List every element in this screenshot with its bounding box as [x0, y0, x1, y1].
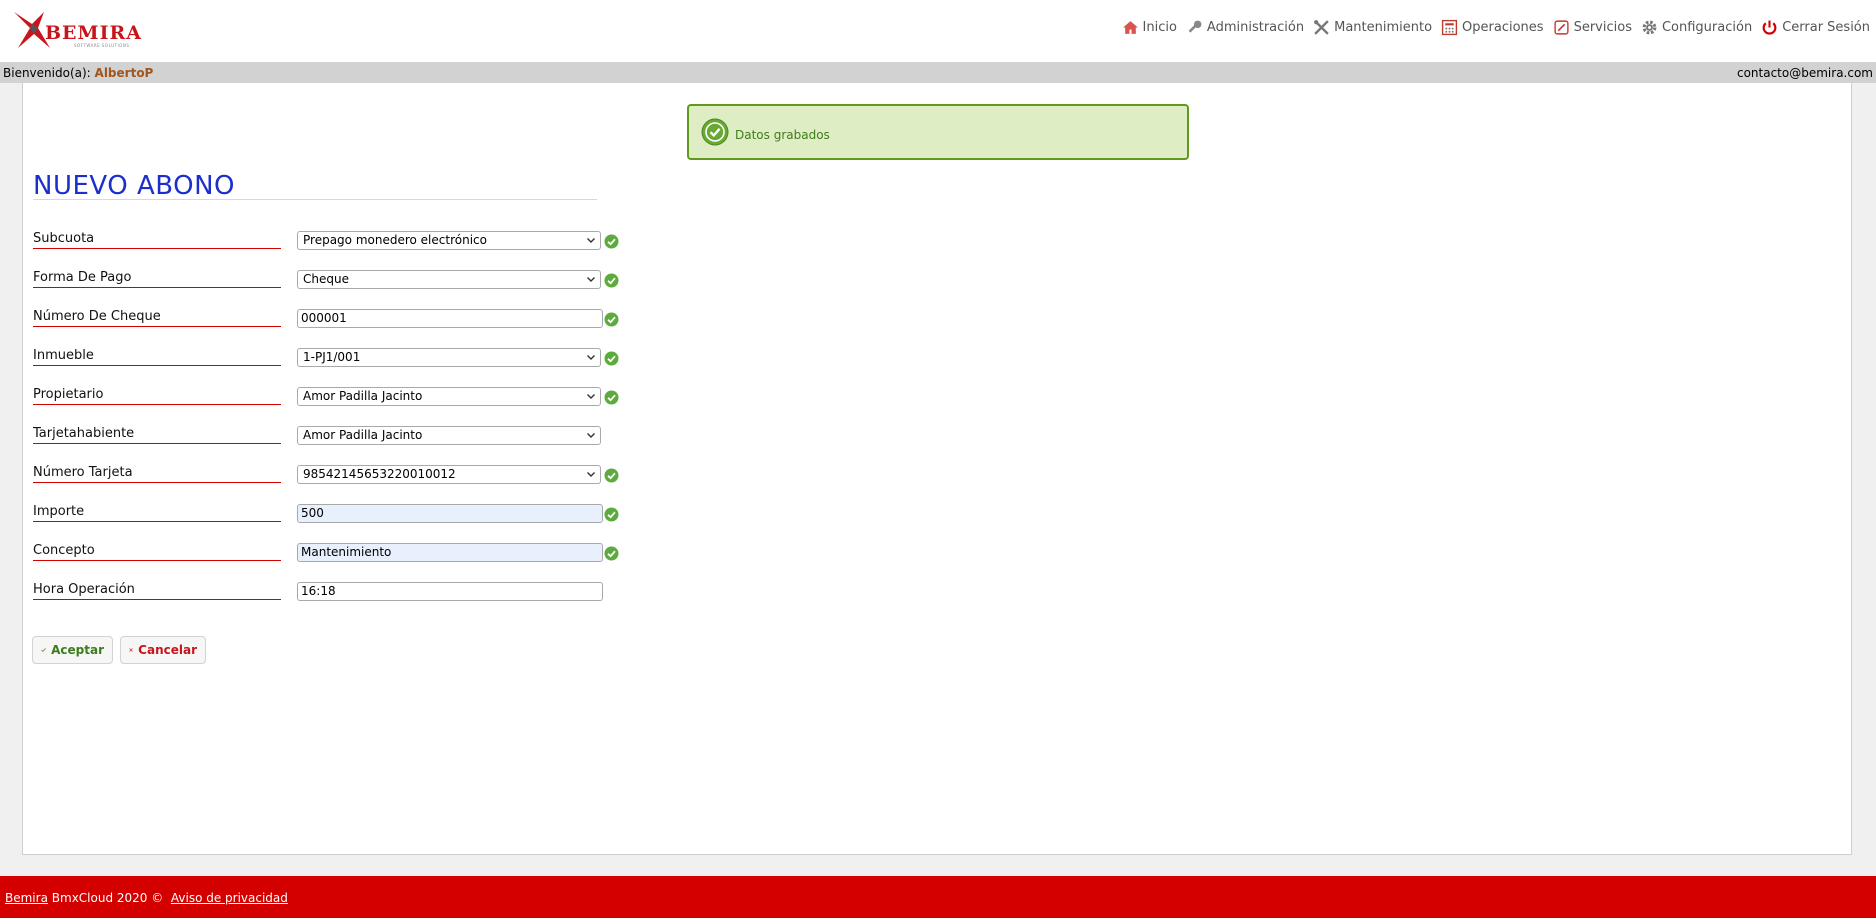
- header: BEMIRA SOFTWARE SOLUTIONS Inicio Adminis…: [0, 0, 1876, 62]
- footer-content: Bemira BmxCloud 2020 © Aviso de privacid…: [5, 891, 288, 905]
- concepto-value: Mantenimiento: [301, 545, 392, 559]
- page-title: NUEVO ABONO: [33, 171, 236, 201]
- hora-operacion-value: 16:18: [301, 584, 336, 598]
- bemira-logo[interactable]: BEMIRA SOFTWARE SOLUTIONS: [12, 8, 142, 52]
- close-icon: [129, 648, 133, 652]
- valid-check-icon: [604, 468, 619, 483]
- logo-text: BEMIRA: [45, 22, 142, 44]
- nav-item-servicios[interactable]: Servicios: [1553, 19, 1632, 36]
- nav-item-inicio[interactable]: Inicio: [1122, 19, 1177, 36]
- tarjetahabiente-label: Tarjetahabiente: [33, 426, 281, 444]
- calculator-icon: [1441, 19, 1458, 36]
- check-icon: [41, 648, 46, 653]
- importe-label: Importe: [33, 504, 281, 522]
- nav-label: Inicio: [1142, 20, 1177, 35]
- success-notice: Datos grabados: [687, 104, 1189, 160]
- contact-email: contacto@bemira.com: [1736, 66, 1873, 80]
- chevron-down-icon: [587, 433, 595, 438]
- hora-operacion-input[interactable]: 16:18: [297, 582, 603, 601]
- numero-de-cheque-input[interactable]: 000001: [297, 309, 603, 328]
- chevron-down-icon: [587, 355, 595, 360]
- nav-item-operaciones[interactable]: Operaciones: [1441, 19, 1544, 36]
- subcuota-label: Subcuota: [33, 231, 281, 249]
- nav-label: Configuración: [1661, 20, 1753, 35]
- cancel-label: Cancelar: [138, 643, 197, 657]
- accept-button[interactable]: Aceptar: [32, 636, 113, 664]
- nav-item-configuracion[interactable]: Configuración: [1641, 19, 1752, 36]
- gear-icon: [1642, 20, 1657, 35]
- tarjetahabiente-select[interactable]: Amor Padilla Jacinto: [297, 426, 601, 445]
- subcuota-value: Prepago monedero electrónico: [303, 233, 487, 247]
- top-navigation: Inicio Administración Mantenimiento Oper…: [1122, 19, 1870, 36]
- tools-icon: [1314, 20, 1329, 35]
- chevron-down-icon: [587, 472, 595, 477]
- key-icon: [1188, 20, 1202, 33]
- nav-label: Operaciones: [1462, 20, 1544, 35]
- services-icon: [1554, 20, 1569, 35]
- check-circle-icon: [701, 118, 729, 146]
- importe-value: 500: [301, 506, 324, 520]
- inmueble-value: 1-PJ1/001: [303, 350, 361, 364]
- chevron-down-icon: [587, 394, 595, 399]
- numero-de-cheque-label: Número De Cheque: [33, 309, 281, 327]
- numero-tarjeta-label: Número Tarjeta: [33, 465, 281, 483]
- valid-check-icon: [604, 507, 619, 522]
- nav-label: Administración: [1206, 20, 1305, 35]
- valid-check-icon: [604, 546, 619, 561]
- valid-check-icon: [604, 351, 619, 366]
- tarjetahabiente-value: Amor Padilla Jacinto: [303, 428, 423, 442]
- welcome-username: AlbertoP: [94, 66, 154, 80]
- valid-check-icon: [604, 273, 619, 288]
- concepto-label: Concepto: [33, 543, 281, 561]
- valid-check-icon: [604, 312, 619, 327]
- valid-check-icon: [604, 234, 619, 249]
- subcuota-select[interactable]: Prepago monedero electrónico: [297, 231, 601, 250]
- forma-de-pago-value: Cheque: [303, 272, 349, 286]
- valid-check-icon: [604, 390, 619, 405]
- numero-tarjeta-select[interactable]: 98542145653220010012: [297, 465, 601, 484]
- privacy-link[interactable]: Aviso de privacidad: [171, 891, 288, 905]
- title-divider: [33, 199, 597, 200]
- inmueble-select[interactable]: 1-PJ1/001: [297, 348, 601, 367]
- nav-label: Servicios: [1573, 20, 1632, 35]
- propietario-label: Propietario: [33, 387, 281, 405]
- propietario-value: Amor Padilla Jacinto: [303, 389, 423, 403]
- hora-operacion-label: Hora Operación: [33, 582, 281, 600]
- nav-item-mantenimiento[interactable]: Mantenimiento: [1313, 19, 1432, 36]
- footer: Bemira BmxCloud 2020 © Aviso de privacid…: [0, 876, 1876, 918]
- importe-input[interactable]: 500: [297, 504, 603, 523]
- power-icon: [1762, 20, 1777, 35]
- welcome-prefix: Bienvenido(a):: [3, 66, 91, 80]
- nav-item-cerrar-sesion[interactable]: Cerrar Sesión: [1761, 19, 1870, 36]
- footer-copyright: BmxCloud 2020 ©: [51, 891, 164, 905]
- numero-tarjeta-value: 98542145653220010012: [303, 467, 456, 481]
- accept-label: Aceptar: [51, 643, 104, 657]
- cancel-button[interactable]: Cancelar: [120, 636, 206, 664]
- forma-de-pago-select[interactable]: Cheque: [297, 270, 601, 289]
- forma-de-pago-label: Forma De Pago: [33, 270, 281, 288]
- nav-label: Mantenimiento: [1334, 20, 1433, 35]
- success-message: Datos grabados: [735, 128, 830, 142]
- numero-de-cheque-value: 000001: [301, 311, 347, 325]
- footer-brand-link[interactable]: Bemira: [5, 891, 48, 905]
- chevron-down-icon: [587, 238, 595, 243]
- welcome-bar: Bienvenido(a): AlbertoP contacto@bemira.…: [0, 62, 1876, 83]
- welcome-message: Bienvenido(a): AlbertoP: [3, 66, 153, 80]
- nav-item-administracion[interactable]: Administración: [1186, 19, 1304, 36]
- home-icon: [1122, 21, 1138, 34]
- inmueble-label: Inmueble: [33, 348, 281, 366]
- nav-label: Cerrar Sesión: [1782, 20, 1870, 35]
- logo-tagline: SOFTWARE SOLUTIONS: [74, 43, 130, 48]
- propietario-select[interactable]: Amor Padilla Jacinto: [297, 387, 601, 406]
- concepto-input[interactable]: Mantenimiento: [297, 543, 603, 562]
- chevron-down-icon: [587, 277, 595, 282]
